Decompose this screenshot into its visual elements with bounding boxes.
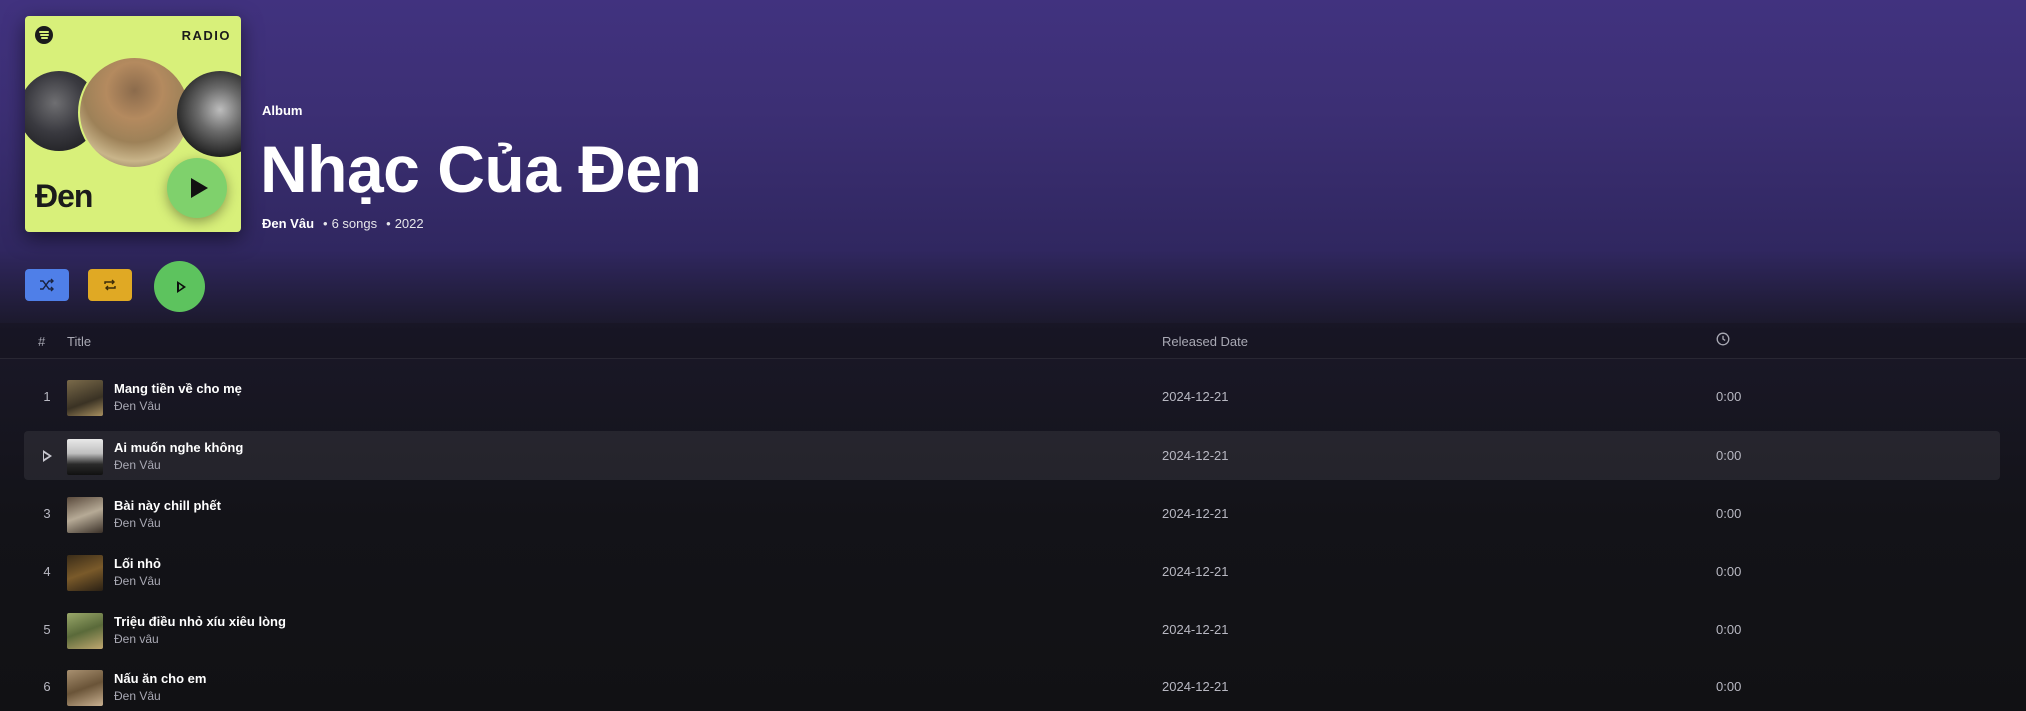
track-duration: 0:00 — [1716, 564, 1742, 579]
track-released-date: 2024-12-21 — [1162, 622, 1229, 637]
track-title[interactable]: Nấu ăn cho em — [114, 671, 206, 686]
play-icon — [176, 280, 186, 293]
track-duration: 0:00 — [1716, 448, 1742, 463]
track-released-date: 2024-12-21 — [1162, 506, 1229, 521]
track-number: 3 — [43, 506, 51, 521]
track-thumbnail — [67, 439, 103, 475]
cover-radio-badge: RADIO — [181, 28, 231, 43]
track-table-header: # Title Released Date — [0, 323, 2026, 359]
track-duration: 0:00 — [1716, 506, 1742, 521]
track-number: 4 — [43, 564, 51, 579]
track-released-date: 2024-12-21 — [1162, 679, 1229, 694]
track-released-date: 2024-12-21 — [1162, 448, 1229, 463]
track-released-date: 2024-12-21 — [1162, 564, 1229, 579]
shuffle-icon — [40, 278, 54, 292]
row-play-icon[interactable] — [38, 448, 56, 465]
track-row[interactable]: 1 Mang tiền về cho mẹ Đen Vâu 2024-12-21… — [24, 372, 2000, 421]
track-row[interactable]: Ai muốn nghe không Đen Vâu 2024-12-21 0:… — [24, 431, 2000, 480]
track-title[interactable]: Triệu điều nhỏ xíu xiêu lòng — [114, 614, 286, 629]
album-cover[interactable]: RADIO Đen — [25, 16, 241, 232]
track-number: 6 — [43, 679, 51, 694]
track-title[interactable]: Lối nhỏ — [114, 556, 161, 571]
album-type-label: Album — [262, 103, 303, 118]
track-row[interactable]: 3 Bài này chill phết Đen Vâu 2024-12-21 … — [24, 489, 2000, 538]
track-artist[interactable]: Đen Vâu — [114, 689, 161, 703]
header-title[interactable]: Title — [67, 334, 91, 349]
play-button[interactable] — [154, 261, 205, 312]
track-duration: 0:00 — [1716, 622, 1742, 637]
track-duration: 0:00 — [1716, 389, 1742, 404]
track-thumbnail — [67, 670, 103, 706]
track-artist[interactable]: Đen Vâu — [114, 458, 161, 472]
track-released-date: 2024-12-21 — [1162, 389, 1229, 404]
track-thumbnail — [67, 555, 103, 591]
play-icon — [191, 178, 208, 198]
track-row[interactable]: 6 Nấu ăn cho em Đen Vâu 2024-12-21 0:00 — [24, 662, 2000, 711]
cover-photo-main — [78, 56, 191, 169]
cover-play-button[interactable] — [167, 158, 227, 218]
meta-separator: • — [386, 216, 391, 231]
track-thumbnail — [67, 497, 103, 533]
meta-separator: • — [323, 216, 328, 231]
repeat-button[interactable] — [88, 269, 132, 301]
track-artist[interactable]: Đen Vâu — [114, 574, 161, 588]
track-title[interactable]: Mang tiền về cho mẹ — [114, 381, 242, 396]
cover-artist-name: Đen — [35, 178, 93, 214]
track-number: 5 — [43, 622, 51, 637]
track-thumbnail — [67, 380, 103, 416]
header-number: # — [38, 334, 46, 349]
track-duration: 0:00 — [1716, 679, 1742, 694]
clock-icon — [1716, 332, 1730, 349]
track-artist[interactable]: Đen Vâu — [114, 516, 161, 530]
track-title[interactable]: Ai muốn nghe không — [114, 440, 243, 455]
spotify-logo-icon — [35, 26, 53, 44]
track-artist[interactable]: Đen Vâu — [114, 399, 161, 413]
cover-photo-right — [177, 71, 241, 157]
track-artist[interactable]: Đen vâu — [114, 632, 159, 646]
track-title[interactable]: Bài này chill phết — [114, 498, 221, 513]
track-row[interactable]: 4 Lối nhỏ Đen Vâu 2024-12-21 0:00 — [24, 547, 2000, 596]
album-artist-link[interactable]: Đen Vâu — [262, 216, 314, 231]
track-number: 1 — [43, 389, 51, 404]
album-year: 2022 — [394, 216, 424, 231]
repeat-icon — [104, 279, 116, 291]
header-released-date[interactable]: Released Date — [1162, 334, 1248, 349]
album-meta: Đen Vâu • 6 songs • 2022 — [262, 216, 424, 231]
track-row[interactable]: 5 Triệu điều nhỏ xíu xiêu lòng Đen vâu 2… — [24, 605, 2000, 654]
page-title: Nhạc Của Đen — [260, 132, 702, 206]
album-song-count: 6 songs — [331, 216, 378, 231]
album-page: RADIO Đen Album Nhạc Của Đen Đen Vâu • 6 s… — [0, 0, 2026, 711]
shuffle-button[interactable] — [25, 269, 69, 301]
track-thumbnail — [67, 613, 103, 649]
